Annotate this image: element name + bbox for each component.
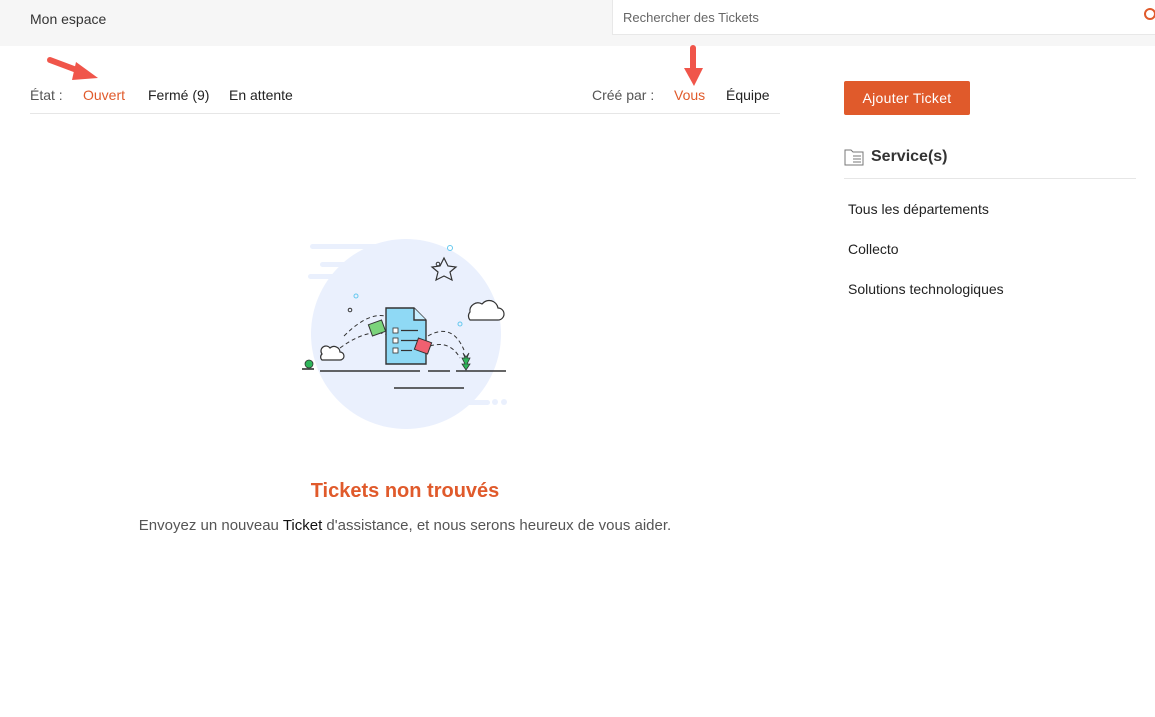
filter-state-closed[interactable]: Fermé (9) [148,87,209,103]
empty-state-message-after: d'assistance, et nous serons heureux de … [322,517,672,534]
folder-list-icon [844,149,864,166]
search-box[interactable] [612,0,1155,35]
services-title: Service(s) [871,148,948,165]
filter-bar: État : Ouvert Fermé (9) En attente Créé … [30,80,780,114]
top-bar: Mon espace [0,0,1155,46]
services-header: Service(s) [844,146,1136,179]
empty-state-message-ticket: Ticket [282,517,323,534]
filter-created-by-team[interactable]: Équipe [726,87,770,103]
annotation-arrow-right-icon [47,57,98,80]
filter-state-pending[interactable]: En attente [229,87,293,103]
department-collecto[interactable]: Collecto [848,241,899,257]
add-ticket-button[interactable]: Ajouter Ticket [844,81,970,115]
department-tech-solutions[interactable]: Solutions technologiques [848,281,1004,297]
annotation-arrow-down-icon [684,45,703,86]
state-label: État : [30,87,63,103]
search-input[interactable] [623,8,1123,26]
department-all[interactable]: Tous les départements [848,201,989,217]
empty-tickets-illustration [302,239,507,429]
empty-state-title: Tickets non trouvés [310,480,500,502]
filter-created-by-you[interactable]: Vous [674,87,705,103]
empty-state-message-before: Envoyez un nouveau [138,517,283,534]
search-icon[interactable] [1143,7,1155,21]
breadcrumb[interactable]: Mon espace [30,11,106,27]
empty-state-message: Envoyez un nouveau Ticket d'assistance, … [0,517,810,534]
created-by-label: Créé par : [592,87,655,103]
filter-state-open[interactable]: Ouvert [83,87,125,103]
